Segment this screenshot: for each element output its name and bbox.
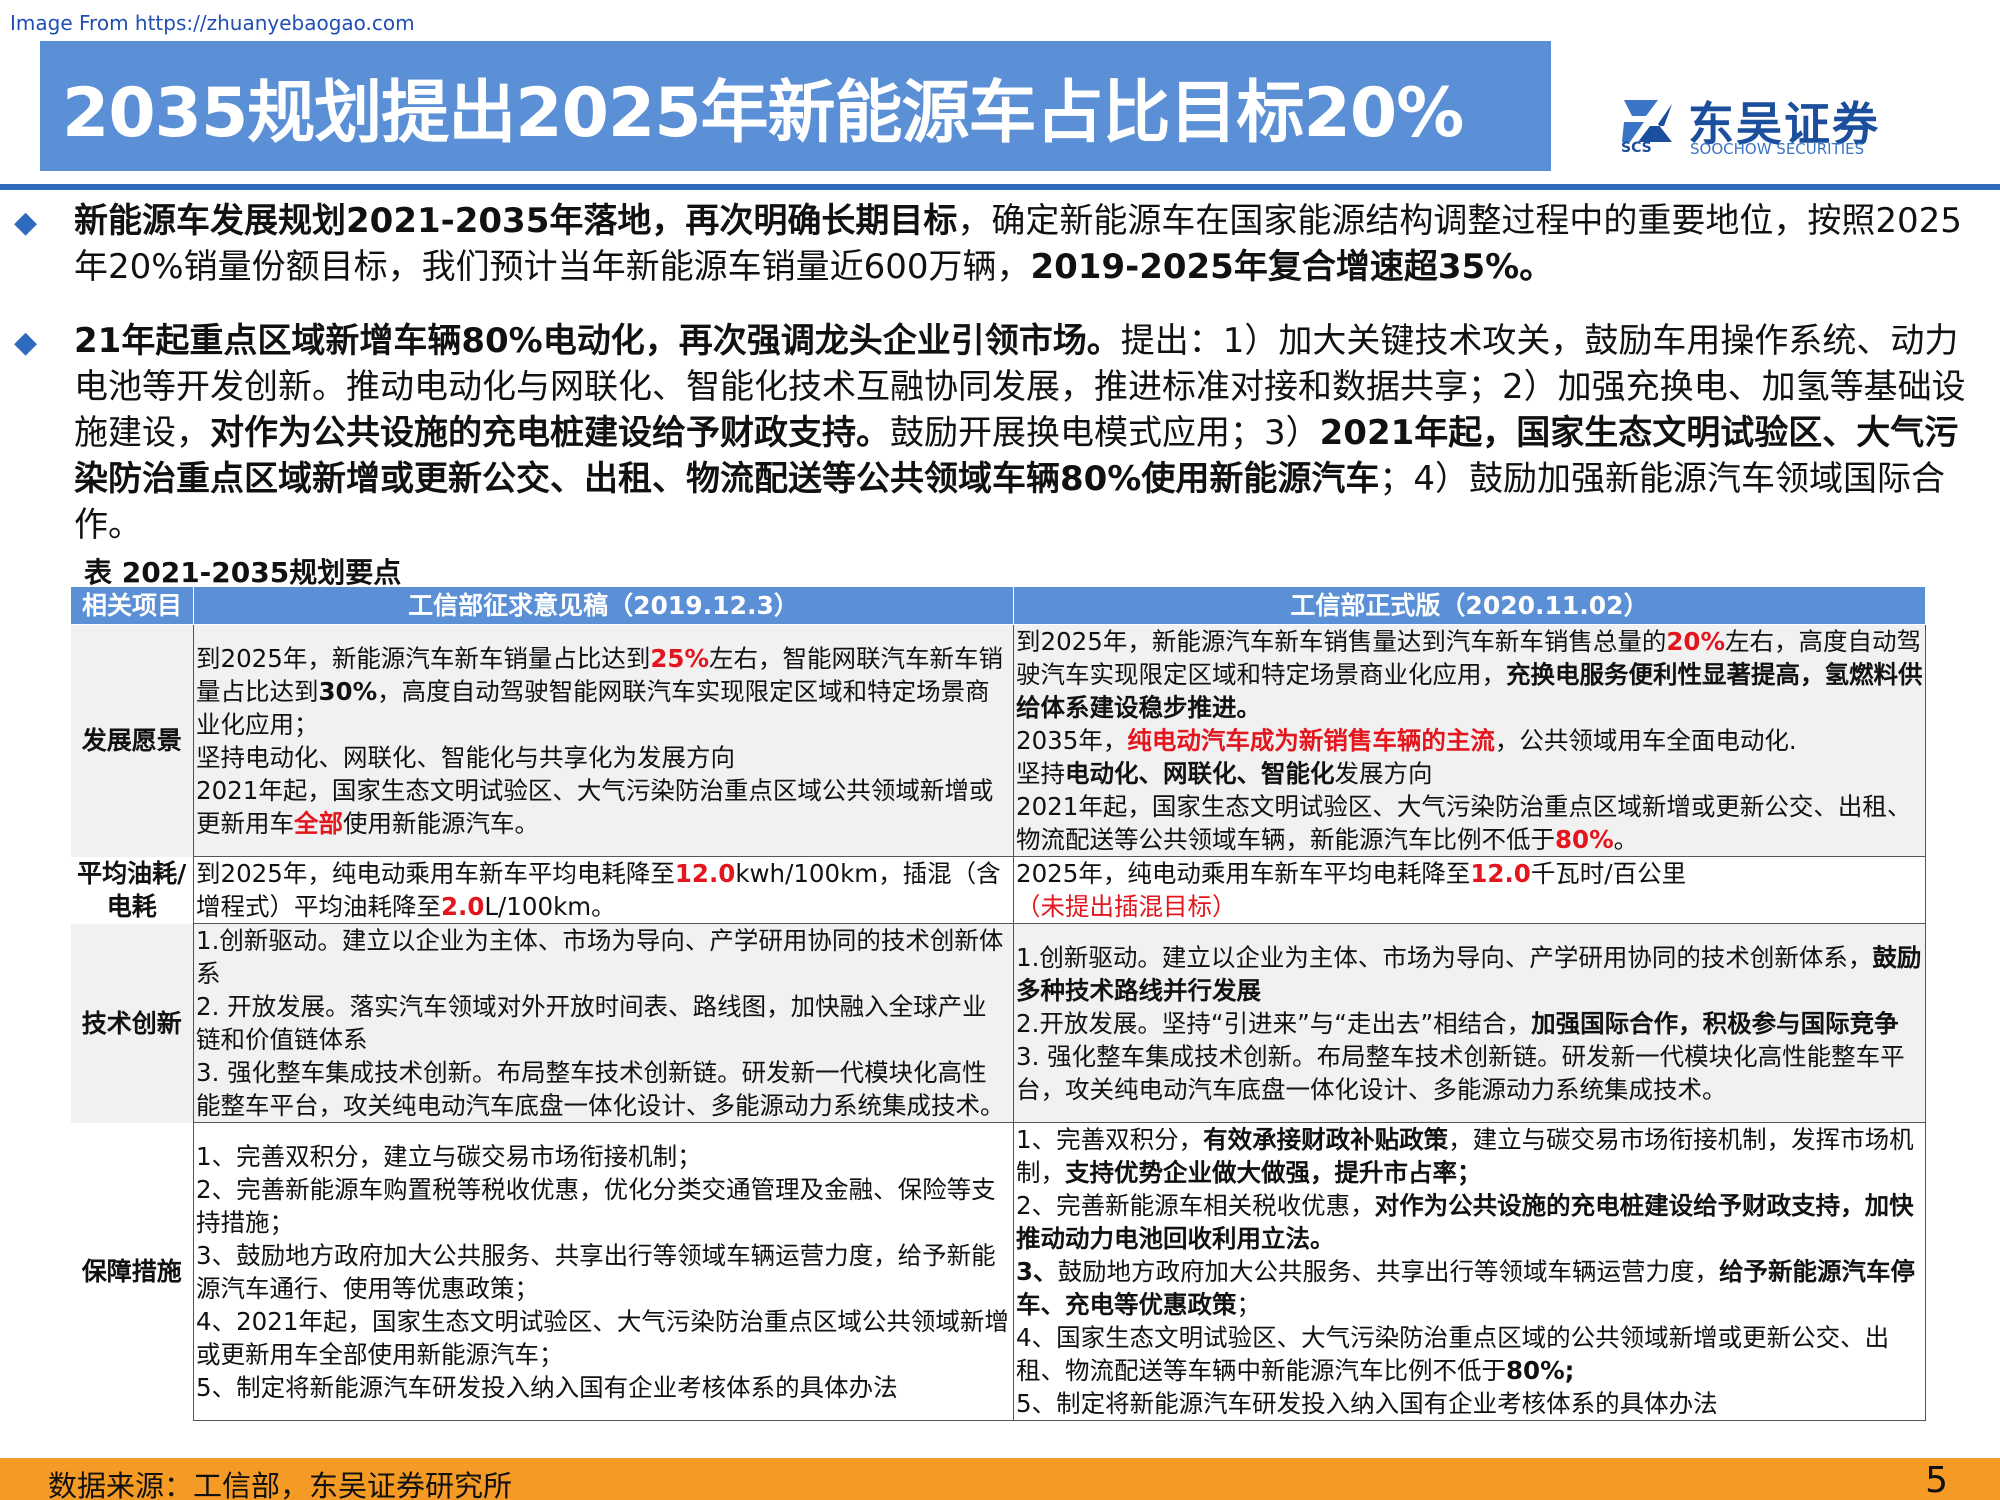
footer-bar: 数据来源：工信部，东吴证券研究所 5 xyxy=(0,1458,2000,1500)
draft-cell: 1.创新驱动。建立以企业为主体、市场为导向、产学研用协同的技术创新体系 2. 开… xyxy=(193,923,1014,1123)
bullet-point-2: ◆ 21年起重点区域新增车辆80%电动化，再次强调龙头企业引领市场。提出：1）加… xyxy=(14,318,1989,548)
final-cell: 到2025年，新能源汽车新车销售量达到汽车新车销售总量的20%左右，高度自动驾驶… xyxy=(1013,624,1926,857)
bullet-point-1: ◆ 新能源车发展规划2021-2035年落地，再次明确长期目标，确定新能源车在国… xyxy=(14,198,1989,290)
table-row: 保障措施 1、完善双积分，建立与碳交易市场衔接机制； 2、完善新能源车购置税等税… xyxy=(71,1122,1926,1421)
logo-name-en: SOOCHOW SECURITIES xyxy=(1690,140,1865,158)
bullet-text: 新能源车发展规划2021-2035年落地，再次明确长期目标，确定新能源车在国家能… xyxy=(74,201,1962,287)
draft-cell: 1、完善双积分，建立与碳交易市场衔接机制； 2、完善新能源车购置税等税收优惠，优… xyxy=(193,1122,1014,1421)
title-banner: 2035规划提出2025年新能源车占比目标20% xyxy=(40,41,1551,171)
page-title: 2035规划提出2025年新能源车占比目标20% xyxy=(62,73,1464,153)
row-label: 保障措施 xyxy=(81,1257,182,1286)
row-label: 平均油耗/电耗 xyxy=(77,859,187,921)
table-row: 技术创新 1.创新驱动。建立以企业为主体、市场为导向、产学研用协同的技术创新体系… xyxy=(70,923,1926,1123)
diamond-bullet-icon: ◆ xyxy=(14,325,38,360)
header-final: 工信部正式版（2020.11.02） xyxy=(1013,586,1926,625)
source-watermark: Image From https://zhuanyebaogao.com xyxy=(10,11,415,35)
table-header-row: 相关项目 工信部征求意见稿（2019.12.3） 工信部正式版（2020.11.… xyxy=(70,586,1926,625)
note-text: （未提出插混目标） xyxy=(1016,892,1237,921)
table-caption: 表 2021-2035规划要点 xyxy=(84,556,402,589)
plan-comparison-table: 相关项目 工信部征求意见稿（2019.12.3） 工信部正式版（2020.11.… xyxy=(70,586,1926,1421)
final-cell: 2025年，纯电动乘用车新车平均电耗降至12.0千瓦时/百公里 （未提出插混目标… xyxy=(1013,856,1926,924)
data-source-note: 数据来源：工信部，东吴证券研究所 xyxy=(48,1469,513,1500)
bullet-text: 21年起重点区域新增车辆80%电动化，再次强调龙头企业引领市场。提出：1）加大关… xyxy=(74,321,1966,545)
draft-cell: 到2025年，新能源汽车新车销量占比达到25%左右，智能网联汽车新车销量占比达到… xyxy=(193,624,1014,857)
diamond-bullet-icon: ◆ xyxy=(14,205,38,240)
page-number: 5 xyxy=(1925,1460,1948,1500)
header-rule xyxy=(0,184,2000,190)
row-label: 发展愿景 xyxy=(70,624,194,857)
header-draft: 工信部征求意见稿（2019.12.3） xyxy=(193,586,1014,625)
company-logo: SCS 东吴证券 SOOCHOW SECURITIES xyxy=(1618,90,1900,160)
table-row: 发展愿景 到2025年，新能源汽车新车销量占比达到25%左右，智能网联汽车新车销… xyxy=(70,624,1926,857)
final-cell: 1.创新驱动。建立以企业为主体、市场为导向、产学研用协同的技术创新体系，鼓励多种… xyxy=(1013,923,1926,1123)
table-row: 平均油耗/电耗 到2025年，纯电动乘用车新车平均电耗降至12.0kwh/100… xyxy=(71,856,1926,924)
row-label: 技术创新 xyxy=(70,923,194,1123)
logo-abbreviation: SCS xyxy=(1621,140,1652,156)
draft-cell: 到2025年，纯电动乘用车新车平均电耗降至12.0kwh/100km，插混（含增… xyxy=(193,856,1014,924)
final-cell: 1、完善双积分，有效承接财政补贴政策，建立与碳交易市场衔接机制，发挥市场机制，支… xyxy=(1013,1122,1926,1421)
header-item: 相关项目 xyxy=(70,586,194,625)
